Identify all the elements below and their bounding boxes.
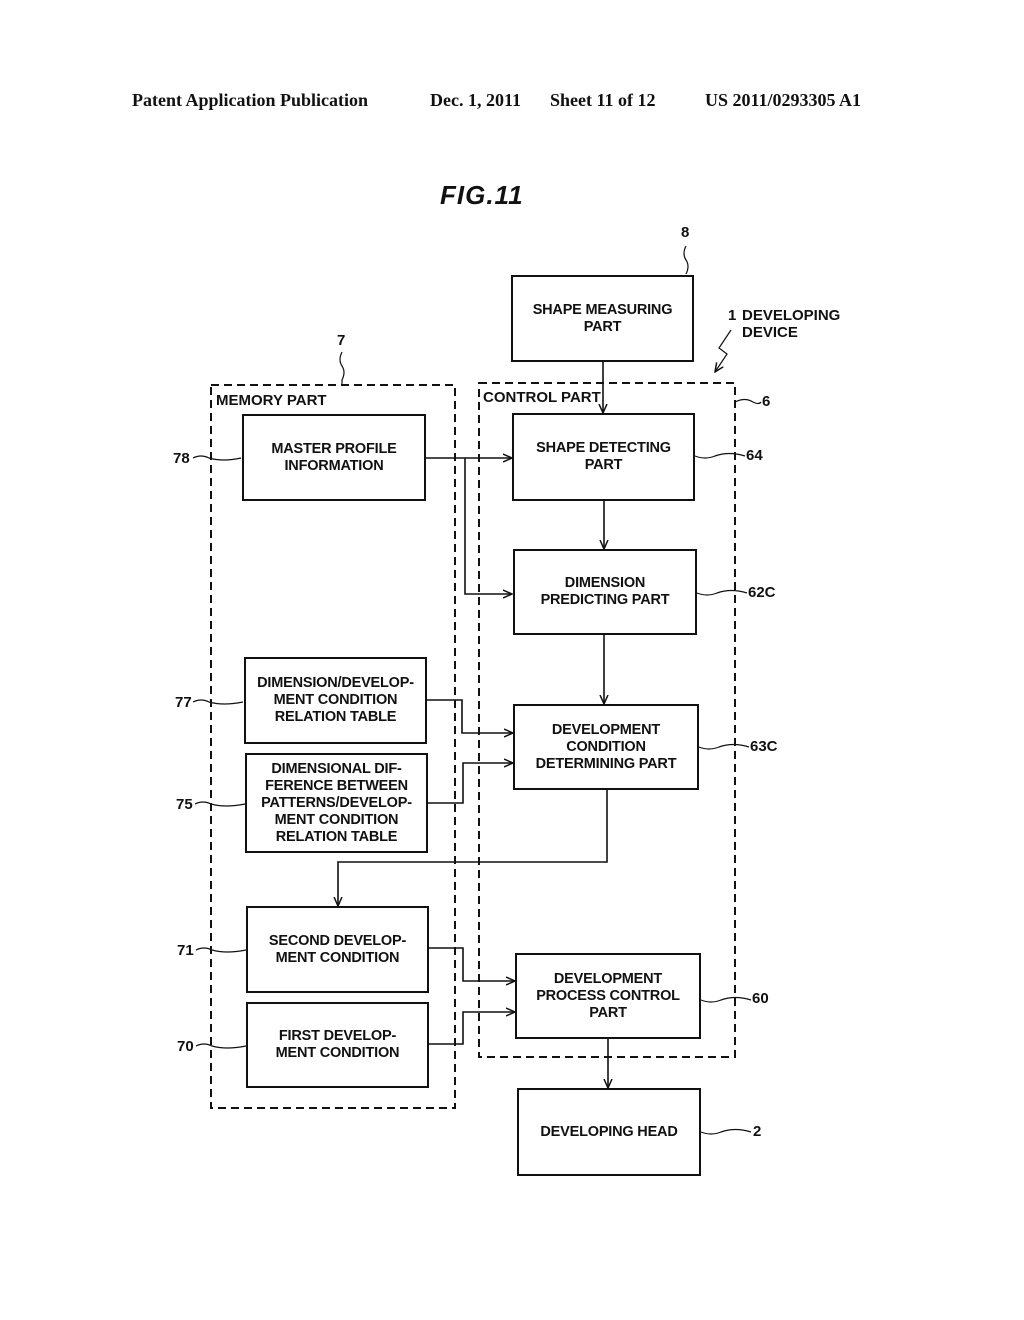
block-shape-measuring-part: SHAPE MEASURING PART bbox=[511, 275, 694, 362]
ref-71: 71 bbox=[177, 942, 194, 959]
leader-8 bbox=[683, 245, 689, 275]
leader-71 bbox=[195, 947, 247, 953]
block-second-development-condition: SECOND DEVELOP- MENT CONDITION bbox=[246, 906, 429, 993]
leader-2 bbox=[700, 1128, 752, 1135]
ref-63C: 63C bbox=[750, 738, 778, 755]
ref-64: 64 bbox=[746, 447, 763, 464]
block-shape-detecting-part: SHAPE DETECTING PART bbox=[512, 413, 695, 501]
leader-62C bbox=[696, 589, 748, 596]
leader-7 bbox=[339, 351, 345, 384]
ref-77: 77 bbox=[175, 694, 192, 711]
memory-part-ref: 7 bbox=[337, 332, 346, 349]
ref-70: 70 bbox=[177, 1038, 194, 1055]
connector-second-to-process bbox=[428, 947, 515, 981]
ref-2: 2 bbox=[753, 1123, 762, 1140]
leader-64 bbox=[694, 452, 746, 459]
ref-75: 75 bbox=[176, 796, 193, 813]
control-part-label: CONTROL PART bbox=[483, 389, 601, 406]
leader-77 bbox=[192, 699, 244, 705]
block-dimensional-difference-relation-table: DIMENSIONAL DIF- FERENCE BETWEEN PATTERN… bbox=[245, 753, 428, 853]
leader-60 bbox=[700, 996, 752, 1003]
leader-1 bbox=[715, 329, 732, 372]
connector-table75-to-determining bbox=[428, 763, 513, 804]
block-developing-head: DEVELOPING HEAD bbox=[517, 1088, 701, 1176]
device-label: DEVELOPING DEVICE bbox=[742, 307, 841, 341]
block-dimension-development-condition-relation-table: DIMENSION/DEVELOP- MENT CONDITION RELATI… bbox=[244, 657, 427, 744]
block-first-development-condition: FIRST DEVELOP- MENT CONDITION bbox=[246, 1002, 429, 1088]
block-dimension-predicting-part: DIMENSION PREDICTING PART bbox=[513, 549, 697, 635]
leader-70 bbox=[195, 1043, 247, 1049]
ref-62C: 62C bbox=[748, 584, 776, 601]
ref-78: 78 bbox=[173, 450, 190, 467]
diagram-lines bbox=[192, 245, 762, 1135]
leader-6 bbox=[734, 398, 762, 405]
block-master-profile-information: MASTER PROFILE INFORMATION bbox=[242, 414, 426, 501]
ref-8: 8 bbox=[681, 224, 690, 241]
leader-63C bbox=[698, 743, 750, 750]
connector-master-to-predicting bbox=[464, 458, 512, 594]
block-development-condition-determining-part: DEVELOPMENT CONDITION DETERMINING PART bbox=[513, 704, 699, 790]
block-development-process-control-part: DEVELOPMENT PROCESS CONTROL PART bbox=[515, 953, 701, 1039]
device-ref: 1 bbox=[728, 307, 737, 324]
memory-part-label: MEMORY PART bbox=[216, 392, 327, 409]
leader-75 bbox=[194, 801, 246, 807]
connector-table77-to-determining bbox=[426, 699, 513, 733]
leader-78 bbox=[192, 455, 242, 461]
connector-first-to-process bbox=[428, 1012, 515, 1045]
ref-60: 60 bbox=[752, 990, 769, 1007]
control-part-ref: 6 bbox=[762, 393, 771, 410]
